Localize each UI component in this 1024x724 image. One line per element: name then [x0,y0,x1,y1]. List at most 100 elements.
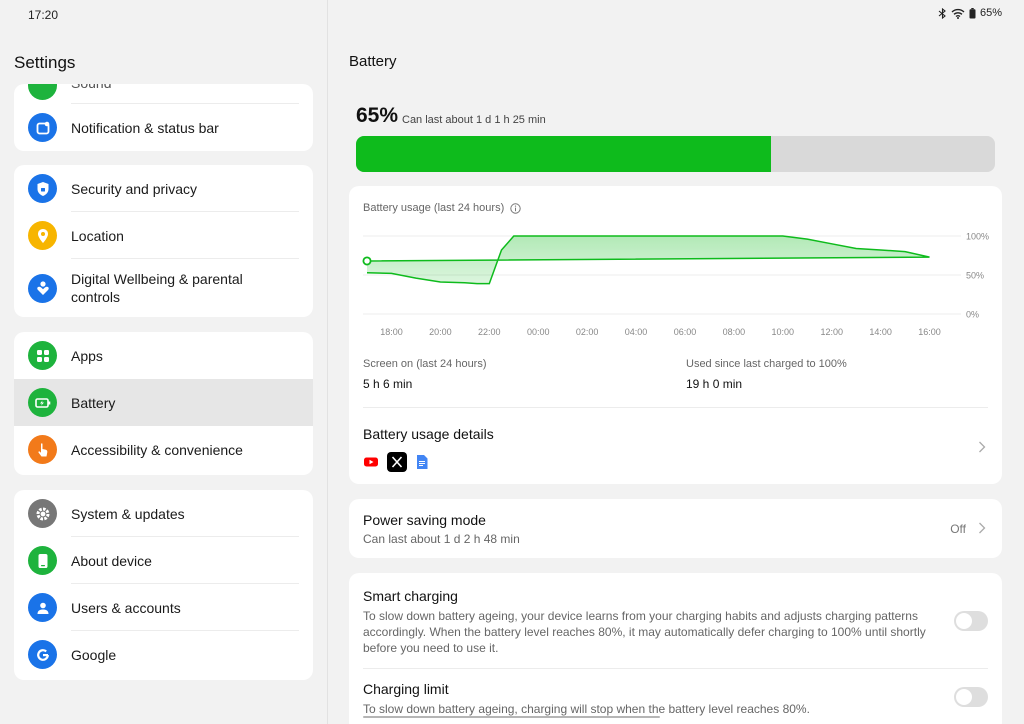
wellbeing-icon [28,273,57,303]
charging-limit-label: Charging limit [363,681,449,697]
google-icon [28,640,57,669]
screen-on-label: Screen on (last 24 hours) [363,358,487,370]
power-saving-sub: Can last about 1 d 2 h 48 min [363,532,520,546]
sidebar-item-label: Users & accounts [71,599,181,616]
sidebar-item-label: Digital Wellbeing & parental controls [71,271,243,305]
status-time: 17:20 [28,8,59,22]
battery-level-fill [356,136,772,172]
info-icon[interactable] [510,202,521,214]
sidebar-item-label: Security and privacy [71,180,198,197]
sidebar-item-apps[interactable]: Apps [14,332,313,379]
google-docs-icon [417,455,428,469]
sidebar-item-system-updates[interactable]: System & updates [14,490,313,537]
smart-charging-desc: To slow down battery ageing, your device… [363,609,926,655]
sidebar-item-battery[interactable]: Battery [14,379,313,426]
y-tick-label: 0% [966,310,979,320]
smart-charging-toggle[interactable] [954,611,988,631]
sidebar-item-sound[interactable]: Sound [14,84,313,104]
sidebar-title: Settings [14,53,76,72]
x-tick-label: 00:00 [527,327,550,337]
x-tick-label: 02:00 [576,327,599,337]
charging-limit-desc: To slow down battery ageing, charging wi… [363,702,810,716]
battery-level-bar [356,136,995,172]
user-icon [28,593,57,622]
battery-usage-details-row[interactable]: Battery usage details [349,408,1002,484]
power-saving-value: Off [950,522,966,536]
usage-header: Battery usage (last 24 hours) [363,202,521,214]
since-charge-label: Used since last charged to 100% [686,358,847,370]
youtube-icon [364,457,378,467]
gear-icon [28,499,57,528]
sidebar-item-accessibility[interactable]: Accessibility & convenience [14,426,313,473]
sidebar-item-label: About device [71,552,152,569]
sidebar-item-label: Google [71,646,117,663]
bluetooth-icon [938,7,946,19]
notification-icon [28,113,57,142]
sound-icon [28,84,57,100]
sidebar-item-label: Accessibility & convenience [71,441,243,458]
battery-icon [28,388,57,417]
sidebar-item-google[interactable]: Google [14,631,313,678]
wifi-icon [951,8,965,19]
x-tick-label: 20:00 [429,327,452,337]
sidebar-item-label: Battery [71,394,116,411]
sidebar-item-digital-wellbeing[interactable]: Digital Wellbeing & parental controls [14,259,313,317]
battery-estimate: Can last about 1 d 1 h 25 min [402,114,546,126]
usage-details-label: Battery usage details [363,426,494,442]
battery-panel: 65% Battery 65% Can last about 1 d 1 h 2… [328,0,1024,724]
sidebar-item-location[interactable]: Location [14,212,313,259]
x-tick-label: 08:00 [723,327,746,337]
screen-on-value: 5 h 6 min [363,377,413,391]
battery-status-icon [969,7,976,18]
smart-charging-label: Smart charging [363,588,458,604]
sidebar-item-about-device[interactable]: About device [14,537,313,584]
x-tick-label: 14:00 [869,327,892,337]
current-level-dot [362,256,372,266]
charging-card: Smart charging To slow down battery agei… [349,573,1002,724]
usage-chart-title: Battery usage (last 24 hours) [363,202,505,214]
power-saving-card[interactable]: Power saving mode Can last about 1 d 2 h… [349,499,1002,558]
settings-group-1: Sound Notification & status bar [14,84,313,151]
settings-group-2: Security and privacy Location Digital We… [14,165,313,317]
sidebar-item-label: Sound [71,84,111,92]
app-icons [363,452,429,472]
battery-percent-status: 65% [979,7,1002,19]
page-title: Battery [349,53,397,70]
hand-pointer-icon [28,435,57,464]
battery-percent: 65% [356,104,399,127]
x-tick-label: 18:00 [380,327,403,337]
phone-icon [28,546,57,575]
status-icons: 65% [938,7,1002,19]
home-indicator [363,716,660,718]
x-tick-label: 10:00 [772,327,795,337]
chevron-right-icon [979,522,986,534]
sidebar-item-security[interactable]: Security and privacy [14,165,313,212]
x-app-icon [387,452,407,472]
x-tick-label: 06:00 [674,327,697,337]
sidebar-item-label: Location [71,227,124,244]
charging-limit-toggle[interactable] [954,687,988,707]
settings-group-3: Apps Battery Accessibility & convenience [14,332,313,475]
x-tick-label: 16:00 [918,327,941,337]
battery-usage-card: Battery usage (last 24 hours) 100% 50% 0% 1… [349,186,1002,484]
sidebar-item-label: Apps [71,347,103,364]
location-pin-icon [28,221,57,250]
sidebar-item-notification[interactable]: Notification & status bar [14,104,313,151]
settings-sidebar: 17:20 Settings Sound Notification & stat… [0,0,327,724]
settings-group-4: System & updates About device Users & ac… [14,490,313,680]
sidebar-item-users-accounts[interactable]: Users & accounts [14,584,313,631]
y-tick-label: 50% [966,271,984,281]
divider [363,668,988,669]
sidebar-item-label: System & updates [71,505,185,522]
shield-icon [28,174,57,203]
since-charge-value: 19 h 0 min [686,377,743,391]
sidebar-item-label: Notification & status bar [71,119,219,136]
battery-usage-chart: 100% 50% 0% 18:00 20:00 22:00 00:00 02:00 04:00 0… [362,232,989,337]
x-tick-label: 12:00 [820,327,843,337]
power-saving-label: Power saving mode [363,512,486,528]
apps-grid-icon [28,341,57,370]
y-tick-label: 100% [966,232,989,242]
x-tick-label: 22:00 [478,327,501,337]
x-tick-label: 04:00 [625,327,648,337]
chevron-right-icon [979,441,986,453]
